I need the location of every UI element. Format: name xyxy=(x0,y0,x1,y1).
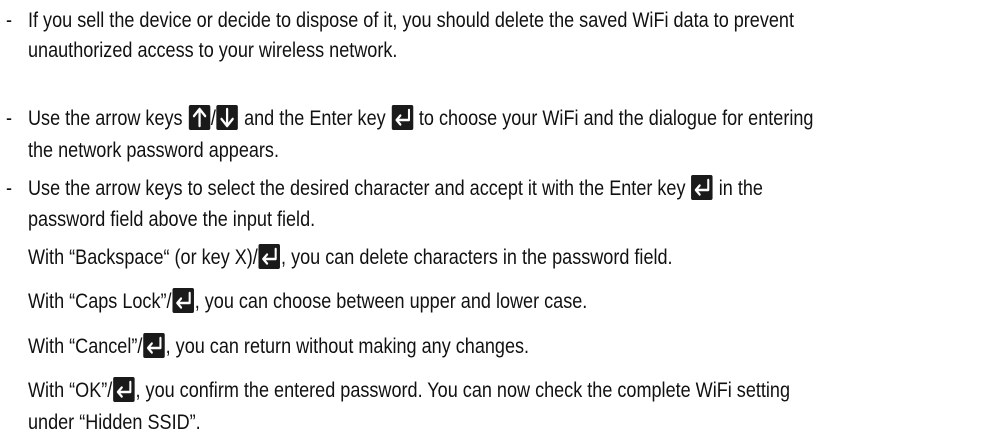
text-line: password field above the input field. xyxy=(28,208,316,231)
text-segment: in the xyxy=(713,177,763,200)
text-line: Use the arrow keys to select the desired… xyxy=(28,174,763,204)
text-line: With “Cancel”/ , you can return without m… xyxy=(28,332,529,362)
text-line: under “Hidden SSID”. xyxy=(28,411,201,434)
text-segment: , you can return without making any chan… xyxy=(165,335,530,358)
arrow-down-key-icon xyxy=(216,105,239,130)
text-segment: and the Enter key xyxy=(239,107,391,130)
text-segment: With “OK”/ xyxy=(28,379,113,402)
enter-key-icon xyxy=(258,244,281,269)
text-segment: With “Cancel”/ xyxy=(28,335,143,358)
text-segment: , you can choose between upper and lower… xyxy=(194,290,588,313)
bullet-dash: - xyxy=(6,9,13,32)
enter-key-icon xyxy=(143,333,165,358)
bullet-dash: - xyxy=(6,177,13,200)
enter-key-icon xyxy=(691,175,713,200)
text-segment: , you confirm the entered password. You … xyxy=(135,379,791,402)
text-segment: With “Backspace“ (or key X)/ xyxy=(28,246,258,269)
text-segment: to choose your WiFi and the dialogue for… xyxy=(413,107,814,130)
enter-key-icon xyxy=(391,105,414,130)
manual-page: - If you sell the device or decide to di… xyxy=(0,0,985,442)
text-separator: / xyxy=(210,107,216,130)
text-line: unauthorized access to your wireless net… xyxy=(28,39,398,62)
enter-key-icon xyxy=(172,288,194,313)
text-line: With “Caps Lock”/ , you can choose betwee… xyxy=(28,287,587,317)
text-segment: Use the arrow keys to select the desired… xyxy=(28,177,691,200)
text-segment: , you can delete characters in the passw… xyxy=(281,246,673,269)
text-line: Use the arrow keys / and the Enter key t… xyxy=(28,104,813,134)
text-line: If you sell the device or decide to disp… xyxy=(28,9,794,32)
arrow-up-key-icon xyxy=(188,105,210,130)
text-segment: With “Caps Lock”/ xyxy=(28,290,172,313)
enter-key-icon xyxy=(113,377,135,402)
text-segment: Use the arrow keys xyxy=(28,107,188,130)
text-line: the network password appears. xyxy=(28,139,279,162)
bullet-dash: - xyxy=(6,107,13,130)
text-line: With “OK”/ , you confirm the entered pass… xyxy=(28,376,790,406)
text-line: With “Backspace“ (or key X)/ , you can de… xyxy=(28,243,673,273)
